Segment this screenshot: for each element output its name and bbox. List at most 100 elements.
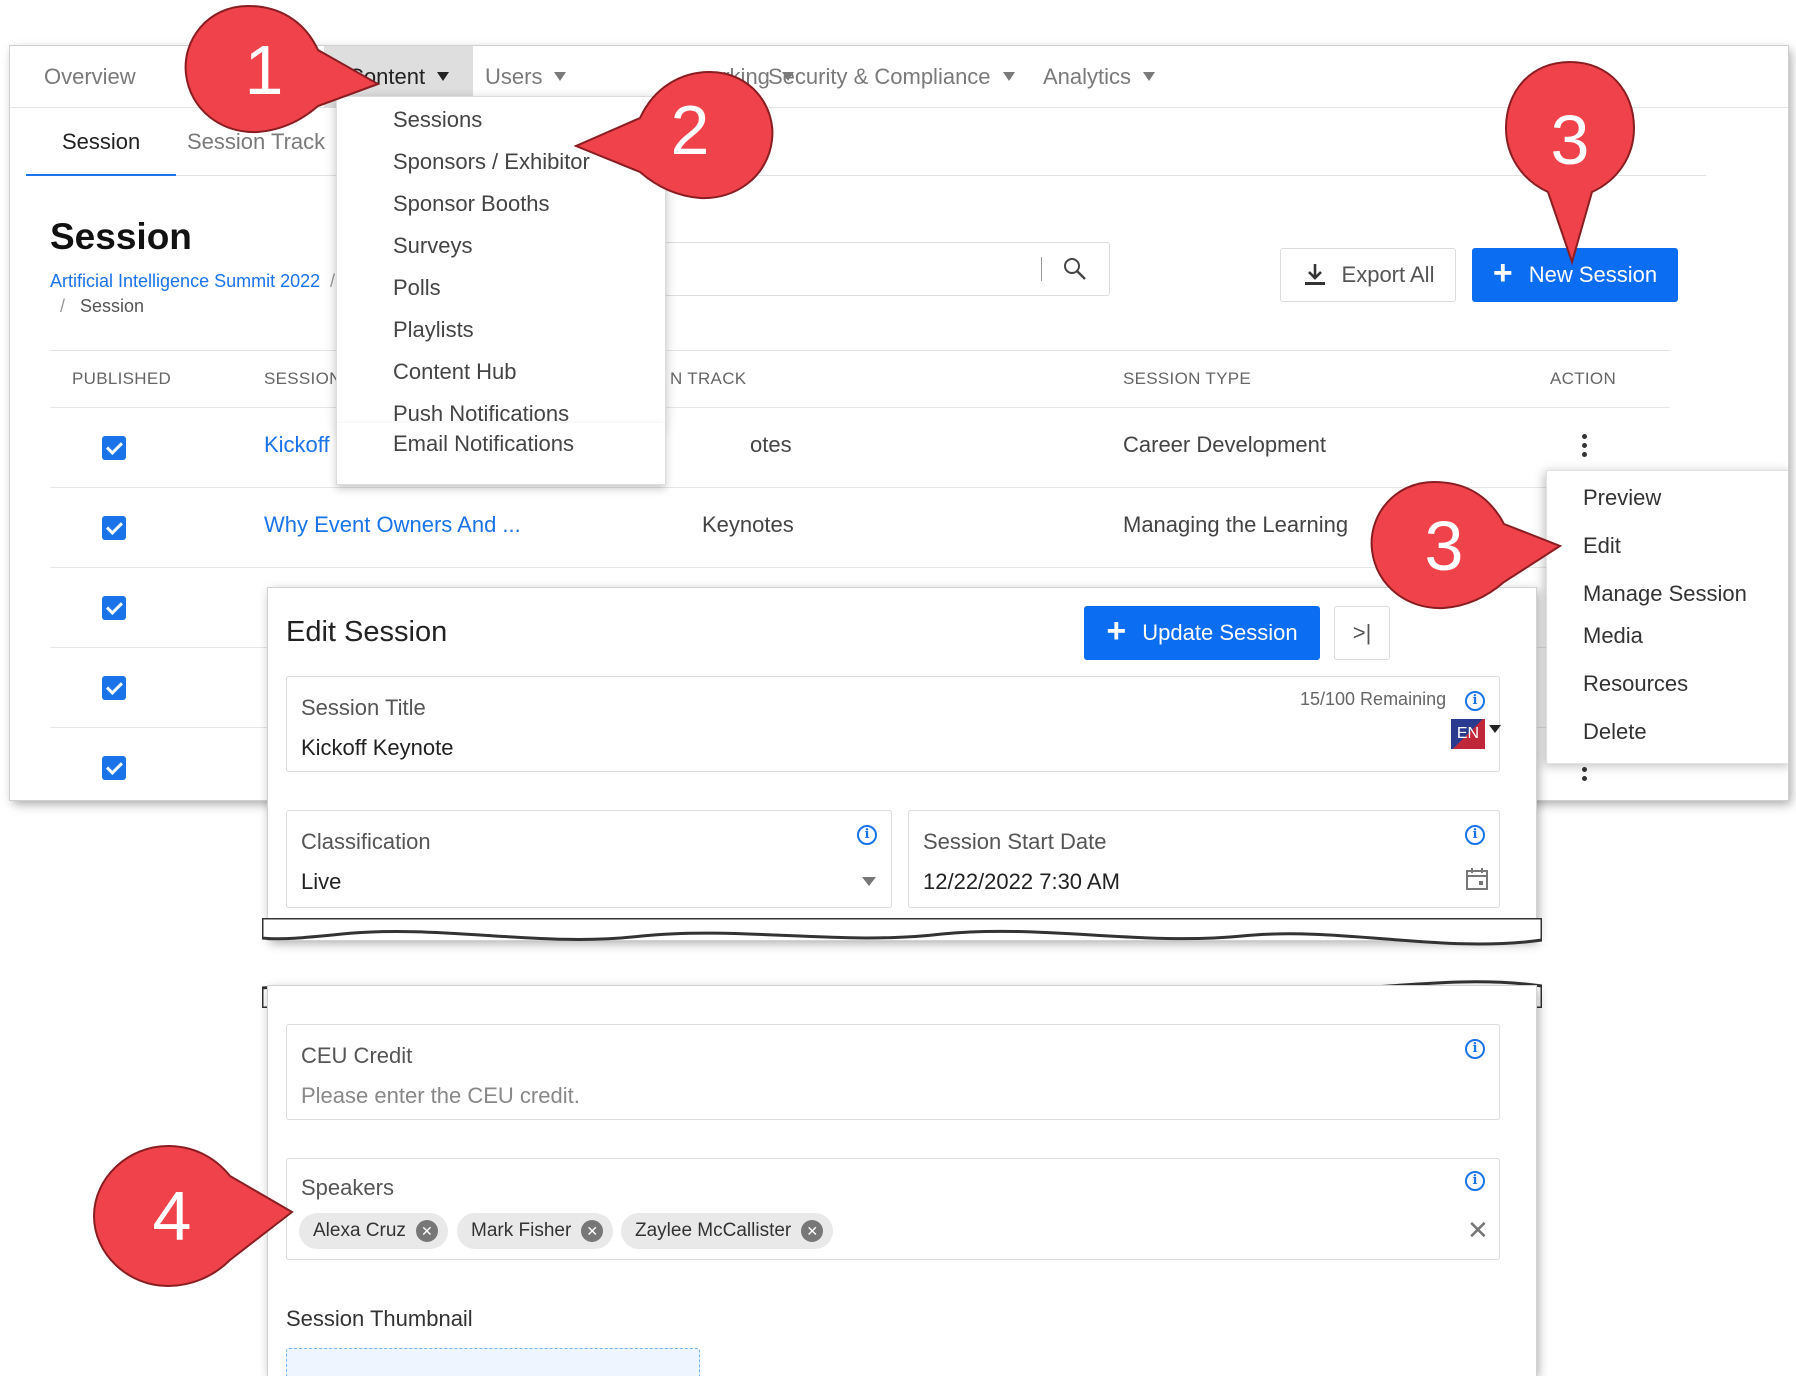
info-icon[interactable]: i: [1465, 1171, 1485, 1191]
download-icon: [1304, 264, 1325, 285]
menu-item-surveys[interactable]: Surveys: [393, 233, 472, 259]
breadcrumb-current: Session: [80, 296, 145, 316]
nav-users-label: Users: [485, 64, 543, 89]
remove-chip-icon[interactable]: ✕: [801, 1220, 824, 1242]
remove-chip-icon[interactable]: ✕: [415, 1220, 438, 1242]
session-start-date-field[interactable]: Session Start Date 12/22/2022 7:30 AM i: [908, 810, 1500, 908]
info-icon[interactable]: i: [857, 825, 877, 845]
column-header-session-track[interactable]: N TRACK: [670, 351, 746, 407]
speaker-chip-label: Zaylee McCallister: [635, 1220, 792, 1241]
menu-item-sponsors[interactable]: Sponsors / Exhibitor: [393, 149, 590, 175]
menu-item-email-notifications[interactable]: Email Notifications: [393, 431, 574, 457]
session-title-label: Session Title: [301, 695, 426, 720]
callout-number-1: 1: [244, 31, 284, 109]
torn-edge-bottom: [262, 918, 1542, 946]
speaker-chip[interactable]: Mark Fisher ✕: [457, 1213, 614, 1249]
published-checkbox[interactable]: [102, 756, 126, 780]
menu-item-polls[interactable]: Polls: [393, 275, 441, 301]
session-title-field[interactable]: Session Title Kickoff Keynote 15/100 Rem…: [286, 676, 1501, 772]
classification-value: Live: [301, 869, 342, 894]
callout-number-3-edit: 3: [1424, 507, 1464, 585]
nav-overview[interactable]: Overview: [44, 46, 136, 108]
calendar-icon[interactable]: [1465, 867, 1489, 891]
nav-security[interactable]: Security & Compliance: [768, 46, 1015, 108]
plus-icon: +: [1106, 612, 1127, 650]
edit-session-title: Edit Session: [286, 616, 448, 648]
nav-security-label: Security & Compliance: [768, 64, 991, 89]
action-delete[interactable]: Delete: [1583, 719, 1647, 745]
classification-select[interactable]: Classification Live i: [286, 810, 892, 908]
table-row: Kickoff Key otes Career Development: [50, 407, 1670, 487]
language-flag-icon[interactable]: EN: [1451, 719, 1485, 749]
speaker-chip-label: Mark Fisher: [471, 1220, 572, 1241]
collapse-icon: >|: [1352, 620, 1372, 645]
column-header-session-type[interactable]: SESSION TYPE: [1123, 351, 1251, 407]
session-track-cell: otes: [750, 432, 792, 457]
session-start-date-label: Session Start Date: [923, 829, 1107, 854]
more-actions-icon[interactable]: [1582, 434, 1588, 458]
ceu-credit-field[interactable]: CEU Credit Please enter the CEU credit. …: [286, 1024, 1500, 1120]
content-dropdown-menu-tail: Email Notifications: [336, 423, 666, 485]
export-all-label: Export All: [1341, 262, 1435, 287]
menu-item-sponsor-booths[interactable]: Sponsor Booths: [393, 191, 550, 217]
search-icon[interactable]: [1061, 255, 1089, 283]
search-divider: [1041, 257, 1042, 281]
session-title-value: Kickoff Keynote: [301, 735, 454, 760]
speaker-chip-label: Alexa Cruz: [313, 1220, 406, 1241]
session-start-date-value: 12/22/2022 7:30 AM: [923, 869, 1120, 894]
nav-overview-label: Overview: [44, 64, 136, 89]
ceu-credit-placeholder: Please enter the CEU credit.: [301, 1083, 580, 1108]
remove-chip-icon[interactable]: ✕: [581, 1220, 604, 1242]
caret-down-icon: [437, 71, 450, 81]
caret-down-icon: [554, 71, 567, 81]
update-session-button[interactable]: + Update Session: [1084, 606, 1320, 660]
character-remaining: 15/100 Remaining: [1300, 689, 1447, 709]
menu-item-content-hub[interactable]: Content Hub: [393, 359, 517, 385]
published-checkbox[interactable]: [102, 436, 126, 460]
column-header-published[interactable]: PUBLISHED: [72, 351, 171, 407]
session-track-cell: Keynotes: [702, 512, 794, 537]
nav-analytics-label: Analytics: [1043, 64, 1132, 89]
speaker-chip[interactable]: Alexa Cruz ✕: [299, 1213, 448, 1249]
update-session-label: Update Session: [1142, 620, 1298, 645]
info-icon[interactable]: i: [1465, 1039, 1485, 1059]
session-thumbnail-label: Session Thumbnail: [286, 1306, 473, 1331]
breadcrumb-event-link[interactable]: Artificial Intelligence Summit 2022: [50, 271, 320, 292]
speakers-field[interactable]: Speakers i Alexa Cruz ✕ Mark Fisher ✕ Za…: [286, 1158, 1500, 1260]
ceu-credit-label: CEU Credit: [301, 1043, 413, 1068]
action-edit[interactable]: Edit: [1583, 533, 1621, 559]
classification-label: Classification: [301, 829, 431, 854]
action-preview[interactable]: Preview: [1583, 485, 1661, 511]
callout-number-4: 4: [152, 1177, 192, 1255]
info-icon[interactable]: i: [1465, 691, 1485, 711]
published-checkbox[interactable]: [102, 676, 126, 700]
search-input[interactable]: e: [650, 242, 1110, 296]
speaker-chip[interactable]: Zaylee McCallister ✕: [621, 1213, 834, 1249]
callout-number-3: 3: [1550, 101, 1590, 179]
page-title: Session: [50, 216, 192, 257]
clear-all-icon[interactable]: ✕: [1467, 1215, 1489, 1246]
menu-item-playlists[interactable]: Playlists: [393, 317, 474, 343]
info-icon[interactable]: i: [1465, 825, 1485, 845]
thumbnail-upload-area[interactable]: [286, 1348, 700, 1376]
nav-analytics[interactable]: Analytics: [1043, 46, 1156, 108]
session-type-cell: Career Development: [1123, 432, 1326, 457]
export-all-button[interactable]: Export All: [1280, 248, 1456, 302]
speakers-label: Speakers: [301, 1175, 394, 1200]
menu-item-sessions[interactable]: Sessions: [393, 107, 482, 133]
breadcrumb-separator: /: [60, 296, 66, 316]
language-caret-icon[interactable]: [1489, 725, 1501, 733]
published-checkbox[interactable]: [102, 516, 126, 540]
session-title-link[interactable]: Why Event Owners And ...: [264, 512, 521, 538]
edit-session-panel-continued: CEU Credit Please enter the CEU credit. …: [268, 986, 1536, 1376]
action-manage-session[interactable]: Manage Session: [1583, 581, 1747, 607]
action-resources[interactable]: Resources: [1583, 671, 1688, 697]
session-type-cell: Managing the Learning: [1123, 512, 1349, 537]
tab-session[interactable]: Session: [26, 108, 177, 176]
action-media[interactable]: Media: [1583, 623, 1643, 649]
chevron-down-icon[interactable]: [862, 877, 876, 886]
callout-number-2: 2: [670, 91, 710, 169]
column-header-action: ACTION: [1550, 369, 1617, 388]
published-checkbox[interactable]: [102, 596, 126, 620]
breadcrumb-separator: /: [330, 271, 336, 291]
